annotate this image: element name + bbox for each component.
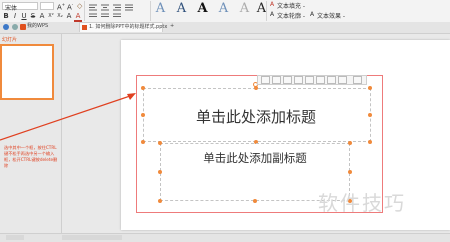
- home-icon[interactable]: [3, 24, 9, 30]
- panel-header: 幻灯片: [2, 37, 18, 43]
- resize-handle[interactable]: [368, 140, 372, 144]
- wordart-style-3[interactable]: A: [196, 2, 209, 16]
- tab-document[interactable]: 1. 如何删除PPT中的标题样式.pptx: [79, 22, 167, 32]
- ppt-file-icon: [82, 25, 87, 30]
- resize-handle[interactable]: [368, 113, 372, 117]
- align-center-icon[interactable]: [272, 76, 281, 84]
- grow-font-button[interactable]: A+: [57, 2, 65, 11]
- ribbon-separator: [266, 1, 267, 21]
- text-fill-icon[interactable]: A: [270, 1, 274, 8]
- new-tab-button[interactable]: +: [170, 22, 174, 31]
- watermark: 软件技巧: [318, 191, 406, 215]
- clear-format-icon[interactable]: ◇: [77, 2, 82, 10]
- text-effect-label[interactable]: 文本效果 -: [317, 11, 345, 20]
- text-outline-label[interactable]: 文本轮廓 -: [277, 11, 305, 20]
- resize-handle[interactable]: [253, 199, 257, 203]
- subscript-button[interactable]: X₂: [56, 12, 64, 20]
- tab-my-wps[interactable]: 我的WPS: [27, 22, 48, 31]
- underline-button[interactable]: U: [20, 12, 28, 20]
- resize-handle[interactable]: [254, 86, 258, 90]
- shadow-text-button[interactable]: A: [38, 12, 46, 20]
- align-top-icon[interactable]: [294, 76, 303, 84]
- nav-icon[interactable]: [12, 24, 18, 30]
- paragraph-tools[interactable]: [88, 3, 148, 19]
- tab-document-label: 1. 如何删除PPT中的标题样式.pptx: [89, 24, 168, 30]
- resize-handle[interactable]: [141, 86, 145, 90]
- annotation-note: 选中其中一个框，按住CTRL键不松手再选中另一个输入框，松开CTRL键按dele…: [4, 145, 58, 168]
- wordart-style-5[interactable]: A: [238, 2, 251, 16]
- resize-handle[interactable]: [368, 86, 372, 90]
- align-middle-icon[interactable]: [305, 76, 314, 84]
- wordart-style-4[interactable]: A: [217, 2, 230, 16]
- bold-button[interactable]: B: [2, 12, 10, 20]
- subtitle-placeholder[interactable]: 单击此处添加副标题: [160, 150, 350, 166]
- wordart-style-1[interactable]: A: [154, 2, 167, 16]
- char-spacing-button[interactable]: A: [65, 12, 73, 20]
- resize-handle[interactable]: [158, 170, 162, 174]
- text-effect-icon[interactable]: A: [310, 11, 314, 18]
- strikethrough-button[interactable]: S: [29, 12, 37, 20]
- superscript-button[interactable]: X²: [47, 12, 55, 20]
- italic-button[interactable]: I: [11, 12, 19, 20]
- document-tab-bar: 我的WPS 1. 如何删除PPT中的标题样式.pptx +: [0, 22, 450, 34]
- text-fill-label[interactable]: 文本填充 -: [277, 1, 305, 10]
- font-size-select[interactable]: [40, 2, 54, 10]
- align-right-icon[interactable]: [283, 76, 292, 84]
- text-outline-icon[interactable]: A: [270, 11, 274, 18]
- add-slide-button[interactable]: [6, 235, 24, 240]
- resize-handle[interactable]: [348, 141, 352, 145]
- floating-align-toolbar: [257, 75, 367, 85]
- align-left-icon[interactable]: [261, 76, 270, 84]
- more-icon[interactable]: [353, 76, 362, 84]
- title-placeholder[interactable]: 单击此处添加标题: [140, 106, 372, 127]
- resize-handle[interactable]: [141, 140, 145, 144]
- resize-handle[interactable]: [158, 199, 162, 203]
- resize-handle[interactable]: [141, 113, 145, 117]
- alignment-icons: [89, 4, 133, 17]
- align-bottom-icon[interactable]: [316, 76, 325, 84]
- distribute-vertical-icon[interactable]: [338, 76, 347, 84]
- ribbon-toolbar: 宋体 A+ A- ◇ B I U S A X² X₂ A A A A A A A…: [0, 0, 450, 22]
- font-name-value: 宋体: [5, 5, 18, 12]
- resize-handle[interactable]: [158, 141, 162, 145]
- wordart-style-2[interactable]: A: [175, 2, 188, 16]
- resize-handle[interactable]: [348, 170, 352, 174]
- font-name-select[interactable]: 宋体: [2, 2, 38, 12]
- wps-logo-icon: [20, 24, 26, 30]
- shrink-font-button[interactable]: A-: [67, 2, 73, 11]
- notes-bar[interactable]: [62, 235, 122, 240]
- distribute-horizontal-icon[interactable]: [327, 76, 336, 84]
- ribbon-separator: [150, 1, 151, 21]
- annotation-arrow: [0, 93, 136, 141]
- ribbon-separator: [84, 1, 85, 21]
- font-color-button[interactable]: A: [74, 12, 82, 22]
